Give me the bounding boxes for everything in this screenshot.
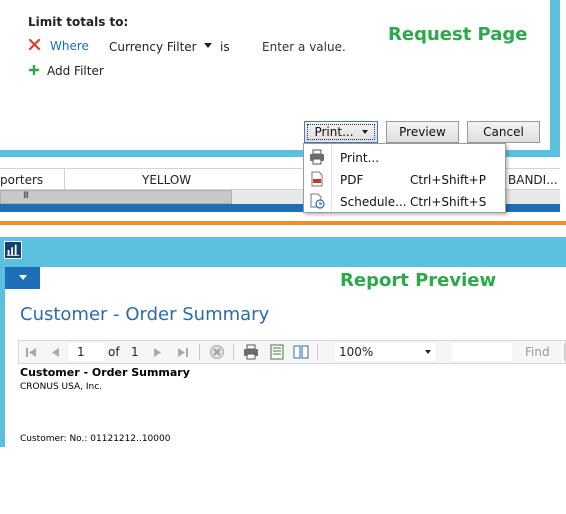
grid-cell: YELLOW [142,173,192,187]
page-layout-icon[interactable] [269,344,285,360]
chevron-down-icon [19,275,27,280]
page-total: 1 [131,345,139,359]
request-page-annotation: Request Page [388,24,528,45]
menu-item-schedule[interactable]: Schedule... Ctrl+Shift+S [304,190,505,212]
zoom-select[interactable]: 100% [335,343,435,361]
where-link[interactable]: Where [50,39,89,53]
report-body-title: Customer - Order Summary [20,366,190,379]
menu-item-label: Schedule... [340,195,407,209]
toolbar-divider [199,344,200,360]
preview-title-bar [0,237,566,263]
first-page-icon[interactable] [25,347,37,358]
report-viewer-toolbar: 1 of 1 100% Find [18,340,566,364]
last-page-icon[interactable] [177,347,189,358]
filter-value-field[interactable]: Enter a value. [262,40,346,54]
chevron-down-icon[interactable] [204,43,212,48]
scrollbar-grip: III [23,191,29,201]
toolbar-divider [564,344,565,360]
preview-left-border [0,267,5,447]
grid-cell: BANDI... [508,173,558,187]
page-number-input[interactable]: 1 [69,343,105,361]
pdf-icon [311,171,323,187]
find-input[interactable] [452,343,512,361]
preview-button[interactable]: Preview [386,121,459,143]
chevron-down-icon [425,350,431,354]
toolbar-divider [317,344,318,360]
add-filter-link[interactable]: Add Filter [47,64,104,78]
scrollbar-thumb[interactable] [0,190,232,204]
remove-filter-icon[interactable] [28,38,41,51]
menu-item-label: PDF [340,173,364,187]
stop-icon[interactable] [209,344,225,360]
page-title: Customer - Order Summary [20,304,270,325]
print-button-label: Print... [314,125,354,139]
cancel-button[interactable]: Cancel [467,121,540,143]
find-button[interactable]: Find [525,345,550,359]
grid-cell: porters [0,173,44,187]
printer-icon [310,149,324,165]
filter-operator: is [220,40,230,54]
printer-icon[interactable] [243,344,259,360]
print-button[interactable]: Print... [304,121,378,143]
actions-dropdown[interactable] [5,267,40,289]
print-menu: Print... PDF Ctrl+Shift+P Schedule... Ct… [303,143,506,213]
schedule-icon [310,193,325,209]
limit-totals-label: Limit totals to: [28,15,129,29]
menu-item-pdf[interactable]: PDF Ctrl+Shift+P [304,168,505,190]
report-filter-line: Customer: No.: 01121212..10000 [20,434,171,444]
chevron-down-icon [361,130,368,134]
page-setup-icon[interactable] [293,344,309,360]
add-icon[interactable] [28,64,40,76]
toolbar-divider [233,344,234,360]
page-number-value: 1 [77,345,85,359]
report-preview-annotation: Report Preview [340,270,497,291]
next-page-icon[interactable] [153,347,162,358]
menu-item-shortcut: Ctrl+Shift+P [410,173,486,187]
menu-item-print[interactable]: Print... [304,146,505,168]
zoom-value: 100% [339,345,374,359]
previous-page-icon[interactable] [51,347,60,358]
report-company-name: CRONUS USA, Inc. [20,382,103,392]
page-of-label: of [108,345,120,359]
menu-item-shortcut: Ctrl+Shift+S [410,195,487,209]
preview-header-line [0,263,566,267]
section-divider [0,221,566,225]
filter-field-select[interactable]: Currency Filter [109,40,197,54]
report-icon [4,241,22,259]
menu-item-label: Print... [340,151,380,165]
column-divider [64,169,65,189]
